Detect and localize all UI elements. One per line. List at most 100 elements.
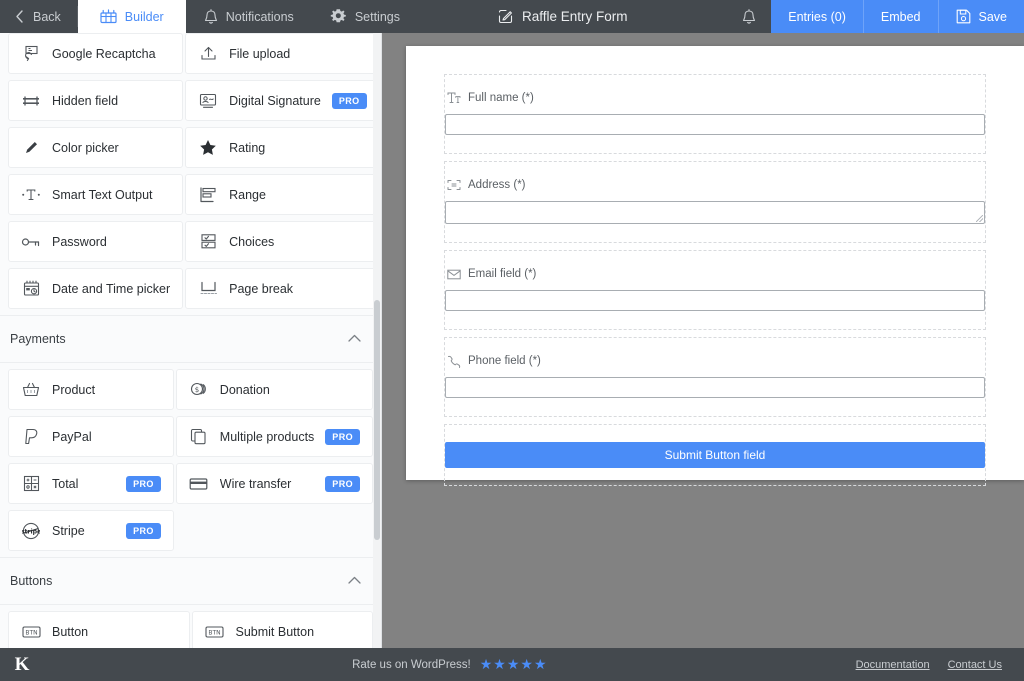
save-label: Save: [978, 9, 1008, 24]
form-field-address[interactable]: Address (*): [444, 161, 986, 243]
field-palette-sidebar[interactable]: Google Recaptcha File upload Hidden fiel…: [0, 33, 381, 648]
chevron-up-icon[interactable]: [348, 572, 361, 590]
tab-notifications-label: Notifications: [225, 9, 294, 24]
full-name-input[interactable]: [445, 114, 985, 135]
palette-item-google-recaptcha[interactable]: Google Recaptcha: [8, 33, 184, 74]
smart-text-icon: [21, 185, 41, 205]
palette-item-digital-signature[interactable]: Digital Signature PRO: [185, 80, 380, 121]
documentation-link[interactable]: Documentation: [856, 659, 930, 671]
rate-us-label: Rate us on WordPress!: [352, 658, 471, 671]
kali-forms-logo: K: [14, 653, 30, 675]
copy-icon: [189, 427, 209, 447]
field-label-row: Email field (*): [445, 267, 985, 290]
back-button[interactable]: Back: [0, 0, 77, 33]
pro-badge: PRO: [126, 475, 161, 492]
palette-item-product[interactable]: Product: [8, 369, 174, 410]
sidebar-scrollbar-thumb[interactable]: [374, 300, 380, 540]
basket-icon: [21, 380, 41, 400]
form-title-label: Raffle Entry Form: [521, 9, 628, 24]
chevron-up-icon[interactable]: [348, 330, 361, 348]
text-format-icon: [447, 91, 461, 105]
palette-item-label: Password: [52, 234, 107, 249]
form-preview-card: Full name (*) Address (*) Email field (*…: [406, 46, 1024, 486]
form-title[interactable]: Raffle Entry Form: [484, 0, 642, 33]
pencil-icon: [21, 138, 41, 158]
form-field-submit[interactable]: Submit Button field: [444, 424, 986, 486]
address-textarea[interactable]: [445, 201, 985, 224]
field-label-row: Address (*): [445, 178, 985, 201]
palette-item-password[interactable]: Password: [8, 221, 184, 262]
tab-settings[interactable]: Settings: [312, 0, 418, 33]
palette-item-total[interactable]: Total PRO: [8, 463, 174, 504]
palette-item-label: Rating: [229, 140, 266, 155]
palette-item-label: Page break: [229, 281, 294, 296]
palette-item-smart-text-output[interactable]: Smart Text Output: [8, 174, 184, 215]
palette-item-date-and-time-picker[interactable]: Date and Time picker: [8, 268, 184, 309]
section-header-buttons[interactable]: Buttons: [0, 558, 381, 604]
palette-item-color-picker[interactable]: Color picker: [8, 127, 184, 168]
star-rating-icon[interactable]: ★★★★★: [480, 656, 548, 673]
form-field-full-name[interactable]: Full name (*): [444, 74, 986, 154]
palette-item-label: Range: [229, 187, 266, 202]
palette-item-hidden-field[interactable]: Hidden field: [8, 80, 184, 121]
palette-buttons-grid: BTN Button BTN Submit Button: [0, 605, 381, 648]
key-icon: [21, 232, 41, 252]
palette-item-stripe[interactable]: stripe Stripe PRO: [8, 510, 174, 551]
palette-item-file-upload[interactable]: File upload: [185, 33, 380, 74]
floppy-save-icon: [956, 9, 971, 24]
save-button[interactable]: Save: [937, 0, 1024, 33]
tab-notifications[interactable]: Notifications: [186, 0, 312, 33]
paypal-icon: [21, 427, 41, 447]
palette-item-label: Submit Button: [235, 624, 315, 639]
palette-item-rating[interactable]: Rating: [185, 127, 380, 168]
palette-item-multiple-products[interactable]: Multiple products PRO: [175, 416, 373, 457]
form-field-phone[interactable]: Phone field (*): [444, 337, 986, 417]
palette-item-label: Multiple products: [219, 429, 315, 444]
palette-item-label: Product: [52, 382, 96, 397]
notifications-bell-button[interactable]: [727, 0, 771, 33]
phone-input[interactable]: [445, 377, 985, 398]
submit-button-field[interactable]: Submit Button field: [445, 442, 985, 468]
palette-item-label: Color picker: [52, 140, 119, 155]
builder-icon: [100, 9, 117, 24]
field-label-row: Full name (*): [445, 91, 985, 114]
palette-item-donation[interactable]: $ Donation: [175, 369, 373, 410]
entries-button[interactable]: Entries (0): [771, 0, 863, 33]
edit-pencil-icon: [498, 9, 513, 24]
embed-label: Embed: [880, 9, 921, 24]
section-title: Buttons: [10, 574, 53, 588]
palette-item-label: PayPal: [52, 429, 92, 444]
palette-item-range[interactable]: Range: [185, 174, 380, 215]
palette-item-submit-button[interactable]: BTN Submit Button: [191, 611, 373, 648]
palette-fields-grid: Google Recaptcha File upload Hidden fiel…: [0, 33, 381, 315]
embed-button[interactable]: Embed: [862, 0, 938, 33]
section-header-payments[interactable]: Payments: [0, 316, 381, 362]
palette-item-wire-transfer[interactable]: Wire transfer PRO: [175, 463, 373, 504]
palette-item-label: Button: [52, 624, 89, 639]
contact-us-link[interactable]: Contact Us: [948, 659, 1002, 671]
tab-settings-label: Settings: [354, 9, 400, 24]
palette-item-label: Hidden field: [52, 93, 119, 108]
palette-item-label: Digital Signature: [229, 93, 321, 108]
btn-icon: BTN: [205, 622, 225, 642]
palette-item-paypal[interactable]: PayPal: [8, 416, 174, 457]
palette-item-label: Total: [52, 476, 79, 491]
palette-item-button[interactable]: BTN Button: [8, 611, 190, 648]
palette-item-page-break[interactable]: Page break: [185, 268, 380, 309]
top-bar: Back Builder Notifications Settings Raff…: [0, 0, 1024, 33]
pro-badge: PRO: [126, 522, 161, 539]
palette-item-choices[interactable]: Choices: [185, 221, 380, 262]
stripe-icon: stripe: [21, 521, 41, 541]
tab-builder[interactable]: Builder: [77, 0, 186, 33]
pro-badge: PRO: [325, 475, 360, 492]
coins-icon: $: [189, 380, 209, 400]
palette-item-label: Choices: [229, 234, 275, 249]
palette-item-label: File upload: [229, 46, 291, 61]
email-input[interactable]: [445, 290, 985, 311]
form-field-email[interactable]: Email field (*): [444, 250, 986, 330]
upload-icon: [198, 44, 218, 64]
form-canvas: Full name (*) Address (*) Email field (*…: [382, 33, 1024, 648]
envelope-icon: [447, 267, 461, 281]
palette-item-label: Date and Time picker: [52, 281, 171, 296]
